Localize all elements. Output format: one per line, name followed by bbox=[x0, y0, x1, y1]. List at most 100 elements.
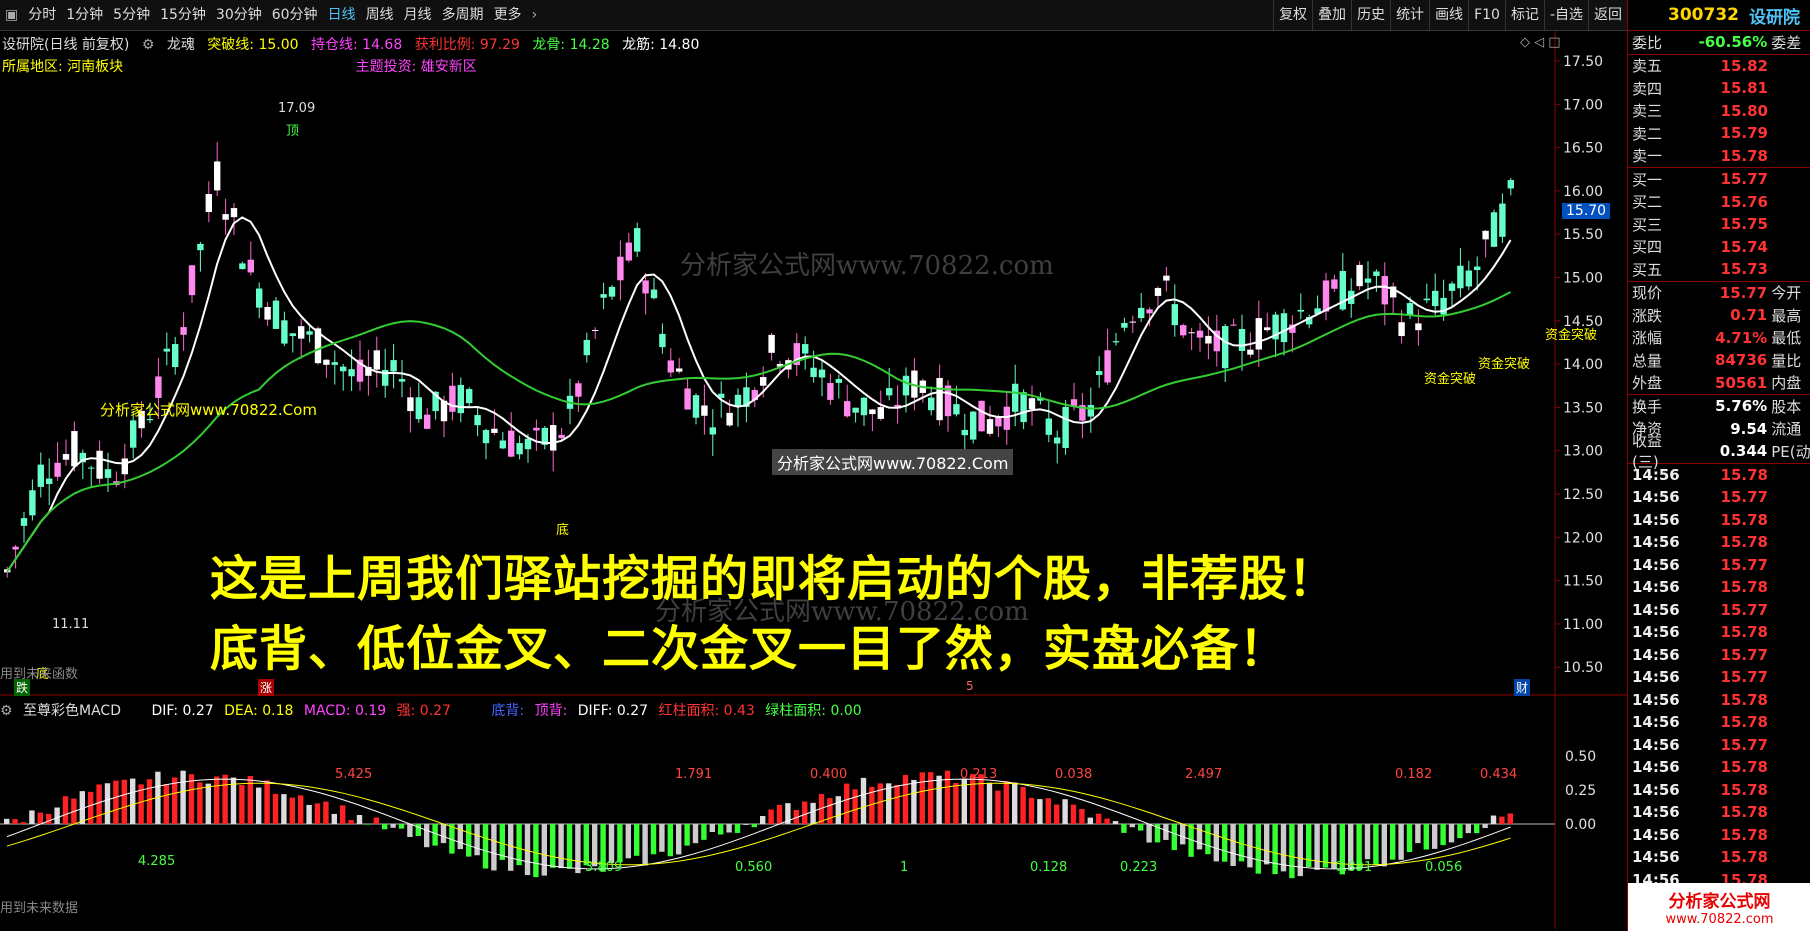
buy-value: 15.75 bbox=[1720, 215, 1768, 234]
candle-body bbox=[130, 420, 137, 448]
chart-options-icon[interactable]: ◇ ◁ □ bbox=[1520, 35, 1561, 50]
candle-body bbox=[726, 412, 733, 426]
macd-bar bbox=[415, 824, 421, 837]
macd-bar bbox=[995, 790, 1001, 824]
macd-bottom-label: 0.560 bbox=[735, 860, 772, 875]
biaoji-button[interactable]: 标记 bbox=[1504, 0, 1544, 30]
tick-price: 15.78 bbox=[1720, 465, 1768, 484]
tick-price: 15.78 bbox=[1720, 803, 1768, 822]
candle-body bbox=[180, 327, 187, 335]
candle-body bbox=[407, 397, 414, 412]
tab-more[interactable]: 更多 bbox=[489, 0, 527, 30]
macd-bar bbox=[432, 824, 438, 846]
candle-body bbox=[1154, 288, 1162, 296]
chart-area[interactable]: 17.50 17.00 16.50 16.00 15.50 15.00 14.50 14.00… bbox=[0, 31, 1627, 929]
tick-row: 14:56 15.78 bbox=[1628, 689, 1810, 712]
tab-30min[interactable]: 30分钟 bbox=[211, 0, 267, 30]
macd-bar bbox=[1482, 824, 1488, 829]
candle-body bbox=[62, 454, 70, 460]
huaxian-button[interactable]: 画线 bbox=[1429, 0, 1468, 30]
stat-extra: 最低 bbox=[1771, 329, 1802, 348]
f10-button[interactable]: F10 bbox=[1468, 0, 1505, 30]
stat-extra: 内盘 bbox=[1771, 374, 1802, 393]
macd-bar bbox=[222, 774, 228, 824]
site-logo: 分析家公式网 www.70822.com bbox=[1628, 883, 1810, 931]
tab-daily[interactable]: 日线 bbox=[323, 0, 361, 30]
macd-bar bbox=[298, 795, 304, 824]
candle-body bbox=[1045, 418, 1052, 435]
tab-monthly[interactable]: 月线 bbox=[399, 0, 437, 30]
fuquan-button[interactable]: 复权 bbox=[1273, 0, 1312, 30]
candle-body bbox=[634, 228, 641, 252]
tab-60min[interactable]: 60分钟 bbox=[267, 0, 323, 30]
tick-price: 15.78 bbox=[1720, 758, 1768, 777]
banner-line-2: 底背、低位金叉、二次金叉一目了然，实盘必备！ bbox=[210, 621, 1289, 677]
watermark-top: 分析家公式网www.70822.com bbox=[680, 251, 1054, 281]
zixuan-button[interactable]: -自选 bbox=[1543, 0, 1588, 30]
macd-bar bbox=[1146, 824, 1152, 843]
macd-bar bbox=[1289, 824, 1295, 879]
tongji-button[interactable]: 统计 bbox=[1390, 0, 1429, 30]
sell-row: 卖三 15.80 bbox=[1628, 100, 1810, 123]
price-tick-label: 12.50 bbox=[1563, 487, 1603, 503]
tab-weekly[interactable]: 周线 bbox=[361, 0, 399, 30]
buy-value: 15.76 bbox=[1720, 192, 1768, 211]
macd-top-label: 0.038 bbox=[1055, 767, 1092, 782]
candle-body bbox=[499, 440, 506, 449]
tick-row: 14:56 15.78 bbox=[1628, 621, 1810, 644]
tab-1min[interactable]: 1分钟 bbox=[61, 0, 108, 30]
fund-break-label-1: 资金突破 bbox=[1545, 328, 1598, 343]
macd-bar bbox=[382, 824, 388, 830]
macd-bar bbox=[659, 824, 665, 852]
price-tick-label: 16.50 bbox=[1563, 141, 1603, 157]
candle-body bbox=[986, 419, 994, 434]
macd-bottom-label: 1 bbox=[900, 860, 908, 875]
candle-body bbox=[71, 431, 78, 467]
candle-body bbox=[734, 394, 742, 407]
lishi-button[interactable]: 历史 bbox=[1351, 0, 1390, 30]
candle-body bbox=[457, 384, 464, 414]
price-tick-label: 15.50 bbox=[1563, 227, 1603, 243]
fund-break-label-2: 资金突破 bbox=[1478, 357, 1531, 372]
tab-multi-period[interactable]: 多周期 bbox=[437, 0, 489, 30]
tick-price: 15.77 bbox=[1720, 735, 1768, 754]
tab-5min[interactable]: 5分钟 bbox=[108, 0, 155, 30]
candle-body bbox=[1188, 332, 1195, 334]
macd-bar bbox=[701, 824, 707, 840]
macd-bar bbox=[12, 819, 18, 824]
tick-time: 14:56 bbox=[1632, 690, 1680, 709]
tab-fenshi[interactable]: 分时 bbox=[23, 0, 61, 30]
tab-15min[interactable]: 15分钟 bbox=[155, 0, 211, 30]
macd-bar bbox=[776, 804, 783, 824]
settings-icon[interactable]: ⚙ bbox=[142, 37, 155, 53]
macd-bar bbox=[1314, 824, 1320, 870]
menu-icon[interactable]: ▣ bbox=[0, 0, 23, 30]
candle-body bbox=[1490, 212, 1498, 247]
candle-body bbox=[1163, 275, 1170, 281]
tick-price: 15.78 bbox=[1720, 780, 1768, 799]
fanhui-button[interactable]: 返回 bbox=[1588, 0, 1627, 30]
die-marker: 跌 bbox=[14, 679, 31, 696]
macd-bar bbox=[130, 778, 136, 824]
future-func-note: 用到未来函数 bbox=[0, 667, 79, 682]
diejia-button[interactable]: 叠加 bbox=[1312, 0, 1351, 30]
candle-body bbox=[676, 368, 683, 372]
macd-settings-icon[interactable]: ⚙ bbox=[0, 703, 13, 719]
indicator-name: 龙魂 bbox=[166, 37, 195, 53]
macd-top-label: 2.497 bbox=[1185, 767, 1222, 782]
candle-body bbox=[281, 320, 288, 344]
macd-bar bbox=[146, 779, 153, 824]
macd-bar bbox=[760, 815, 766, 824]
candlestick-chart[interactable]: 17.5017.0016.5016.0015.5015.0014.5014.00… bbox=[0, 31, 1627, 929]
candle-body bbox=[1062, 406, 1069, 448]
macd-bar bbox=[1213, 824, 1219, 862]
chart-title: 设研院(日线 前复权) bbox=[2, 37, 130, 53]
candle-body bbox=[12, 546, 19, 550]
price-tick-label: 12.00 bbox=[1563, 530, 1603, 546]
chevron-right-icon[interactable]: › bbox=[527, 0, 543, 30]
fund-break-label-3: 资金突破 bbox=[1424, 372, 1477, 387]
macd-bar bbox=[508, 824, 514, 871]
macd-bar bbox=[751, 824, 757, 828]
stat-row: 涨幅 4.71% 最低 bbox=[1628, 327, 1810, 350]
candle-body bbox=[1196, 330, 1204, 338]
